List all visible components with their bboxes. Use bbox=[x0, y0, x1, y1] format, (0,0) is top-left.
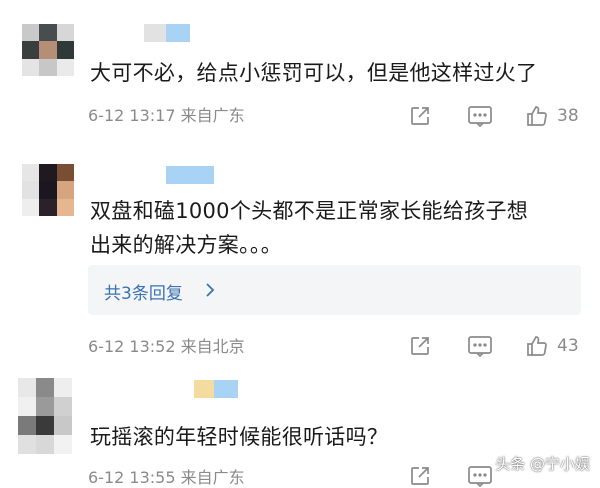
replies-count-label: 共3条回复 bbox=[104, 284, 183, 304]
username-blurred[interactable] bbox=[194, 380, 238, 398]
replies-expander[interactable]: 共3条回复 bbox=[88, 265, 581, 315]
comment-location: 来自广东 bbox=[180, 468, 245, 487]
share-button[interactable] bbox=[408, 334, 432, 358]
comment-location: 来自北京 bbox=[180, 337, 245, 356]
watermark: 头条 @宁小娱 bbox=[495, 455, 590, 473]
comment-date: 6-12 13:17 bbox=[88, 106, 176, 125]
thumbs-up-icon bbox=[527, 106, 547, 126]
like-count: 43 bbox=[557, 336, 579, 356]
comment-date: 6-12 13:55 bbox=[88, 468, 176, 487]
username-blurred[interactable] bbox=[166, 166, 214, 184]
comment-date: 6-12 13:52 bbox=[88, 337, 176, 356]
comment-item-2: 双盘和磕1000个头都不是正常家长能给孩子想 出来的解决方案。。。 共3条回复 … bbox=[0, 150, 600, 360]
comment-text: 双盘和磕1000个头都不是正常家长能给孩子想 出来的解决方案。。。 bbox=[90, 194, 580, 262]
thumbs-up-icon bbox=[527, 336, 547, 356]
comment-button[interactable] bbox=[467, 464, 493, 488]
comment-text: 玩摇滚的年轻时候能很听话吗？ bbox=[90, 420, 580, 454]
comment-text-line: 双盘和磕1000个头都不是正常家长能给孩子想 bbox=[90, 199, 529, 223]
avatar[interactable] bbox=[18, 378, 72, 454]
avatar[interactable] bbox=[22, 164, 74, 216]
share-icon bbox=[411, 107, 429, 125]
comment-text-line: 大可不必，给点小惩罚可以，但是他这样过火了 bbox=[90, 61, 538, 85]
chevron-right-icon bbox=[206, 283, 215, 297]
comment-location: 来自广东 bbox=[180, 106, 245, 125]
like-button[interactable]: 43 bbox=[525, 334, 579, 358]
like-count: 38 bbox=[557, 106, 579, 126]
comment-meta: 6-12 13:52 来自北京 bbox=[88, 337, 245, 357]
username-blurred[interactable] bbox=[144, 24, 190, 42]
comment-icon bbox=[468, 466, 492, 488]
comment-button[interactable] bbox=[467, 104, 493, 128]
share-icon bbox=[411, 337, 429, 355]
comment-icon bbox=[468, 336, 492, 358]
like-button[interactable]: 38 bbox=[525, 104, 579, 128]
comment-text-line: 出来的解决方案。。。 bbox=[90, 233, 282, 257]
share-icon bbox=[411, 467, 429, 485]
avatar[interactable] bbox=[22, 24, 74, 76]
comment-item-1: 大可不必，给点小惩罚可以，但是他这样过火了 6-12 13:17 来自广东 38 bbox=[0, 0, 600, 150]
comment-text-line: 玩摇滚的年轻时候能很听话吗？ bbox=[90, 425, 389, 449]
share-button[interactable] bbox=[408, 464, 432, 488]
comment-button[interactable] bbox=[467, 334, 493, 358]
comment-meta: 6-12 13:55 来自广东 bbox=[88, 468, 245, 488]
comment-meta: 6-12 13:17 来自广东 bbox=[88, 106, 245, 126]
share-button[interactable] bbox=[408, 104, 432, 128]
comment-text: 大可不必，给点小惩罚可以，但是他这样过火了 bbox=[90, 56, 580, 90]
comment-icon bbox=[468, 106, 492, 128]
